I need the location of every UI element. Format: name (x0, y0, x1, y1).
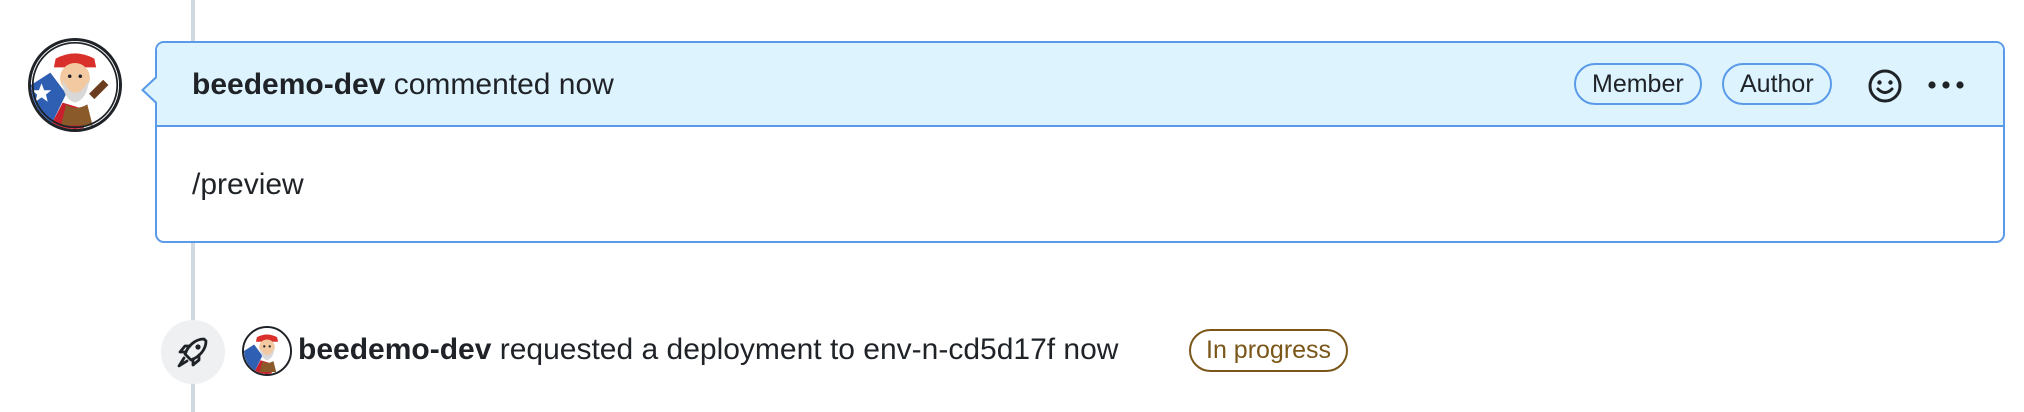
rocket-icon (177, 337, 208, 368)
kebab-horizontal-icon[interactable] (1927, 79, 1965, 91)
member-badge: Member (1574, 63, 1702, 105)
comment-author-link[interactable]: beedemo-dev (192, 68, 385, 101)
deployment-author-link[interactable]: beedemo-dev (298, 333, 491, 366)
comment-body: /preview (192, 168, 304, 201)
comment-author-avatar[interactable] (28, 38, 122, 132)
avatar-illustration (244, 328, 290, 374)
timeline-line (191, 243, 195, 325)
comment-caret (144, 77, 158, 103)
deployment-author-avatar[interactable] (242, 326, 292, 376)
deployment-status-badge: In progress (1189, 329, 1349, 372)
deployment-description: requested a deployment to env-n-cd5d17f … (499, 333, 1119, 366)
comment-header-text: beedemo-dev commented now (192, 67, 614, 103)
comment-header: beedemo-dev commented now Member Author (157, 43, 2003, 127)
timeline-line (191, 382, 195, 412)
author-badge: Author (1722, 63, 1832, 105)
timeline-event-badge (161, 320, 225, 384)
comment-timestamp[interactable]: commented now (394, 68, 614, 101)
deployment-event-text: beedemo-dev requested a deployment to en… (298, 332, 1118, 368)
avatar-illustration (31, 41, 119, 129)
comment-card: beedemo-dev commented now Member Author … (141, 41, 2005, 243)
timeline-line (191, 0, 195, 42)
smiley-icon[interactable] (1867, 68, 1903, 104)
